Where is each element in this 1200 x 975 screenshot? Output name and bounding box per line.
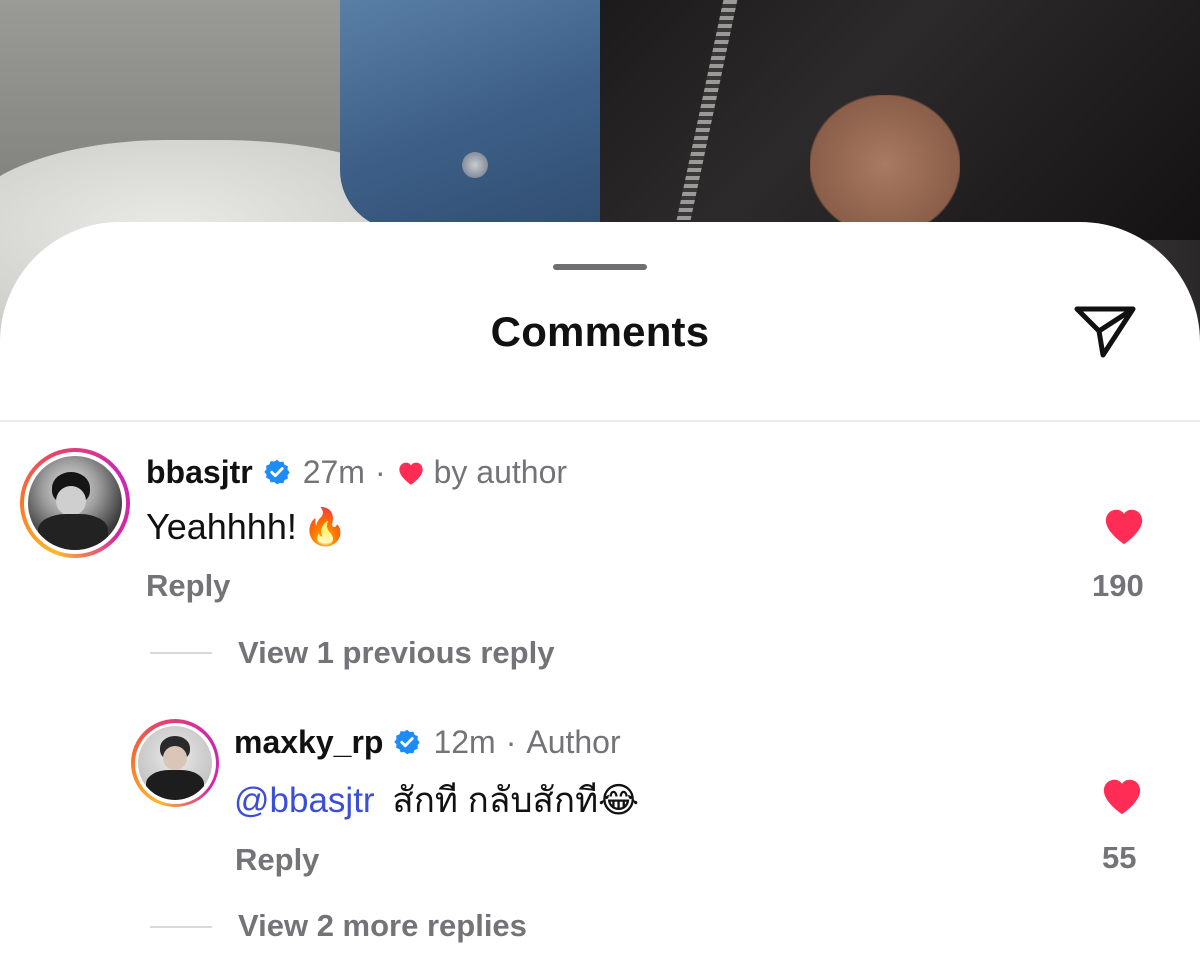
- verified-badge-icon: [263, 458, 291, 486]
- laughing-emoji: 😂: [598, 781, 640, 820]
- comment-username[interactable]: maxky_rp: [234, 724, 383, 761]
- header-divider: [0, 420, 1200, 422]
- avatar: [138, 726, 212, 800]
- heart-icon: [1103, 779, 1141, 815]
- meta-separator: ·: [374, 453, 386, 490]
- like-count: 55: [1102, 840, 1137, 875]
- paper-plane-icon: [1074, 306, 1136, 358]
- meta-separator: ·: [505, 723, 517, 760]
- comment-text: Yeahhhh!: [146, 506, 297, 547]
- comment-username[interactable]: bbasjtr: [146, 454, 253, 491]
- photo-hand: [810, 95, 960, 235]
- thread-line: [150, 652, 212, 654]
- heart-small-icon: [396, 459, 426, 486]
- like-count: 190: [1092, 568, 1144, 603]
- share-button[interactable]: [1070, 302, 1140, 362]
- avatar-story-ring[interactable]: [131, 719, 219, 807]
- avatar: [28, 456, 122, 550]
- view-more-replies-button[interactable]: View 2 more replies: [238, 908, 527, 944]
- heart-icon: [1105, 509, 1143, 545]
- verified-badge-icon: [393, 728, 421, 756]
- mention-link[interactable]: @bbasjtr: [234, 781, 375, 820]
- like-button[interactable]: [1092, 774, 1152, 816]
- reply-button[interactable]: Reply: [146, 568, 230, 604]
- like-button[interactable]: [1094, 504, 1154, 546]
- avatar-story-ring[interactable]: [20, 448, 130, 558]
- view-previous-reply-button[interactable]: View 1 previous reply: [238, 635, 554, 671]
- comment-time: 12m: [433, 723, 496, 760]
- liked-by-author-label: by author: [433, 453, 568, 490]
- comment-text: สักที กลับสักที: [392, 781, 599, 820]
- reply-button[interactable]: Reply: [235, 842, 319, 878]
- fire-emoji: 🔥: [302, 506, 348, 547]
- comment-time: 27m: [302, 453, 365, 490]
- author-label: Author: [526, 723, 621, 760]
- photo-jacket-button: [462, 152, 488, 178]
- sheet-drag-handle[interactable]: [553, 264, 647, 270]
- sheet-title: Comments: [490, 308, 710, 355]
- thread-line: [150, 926, 212, 928]
